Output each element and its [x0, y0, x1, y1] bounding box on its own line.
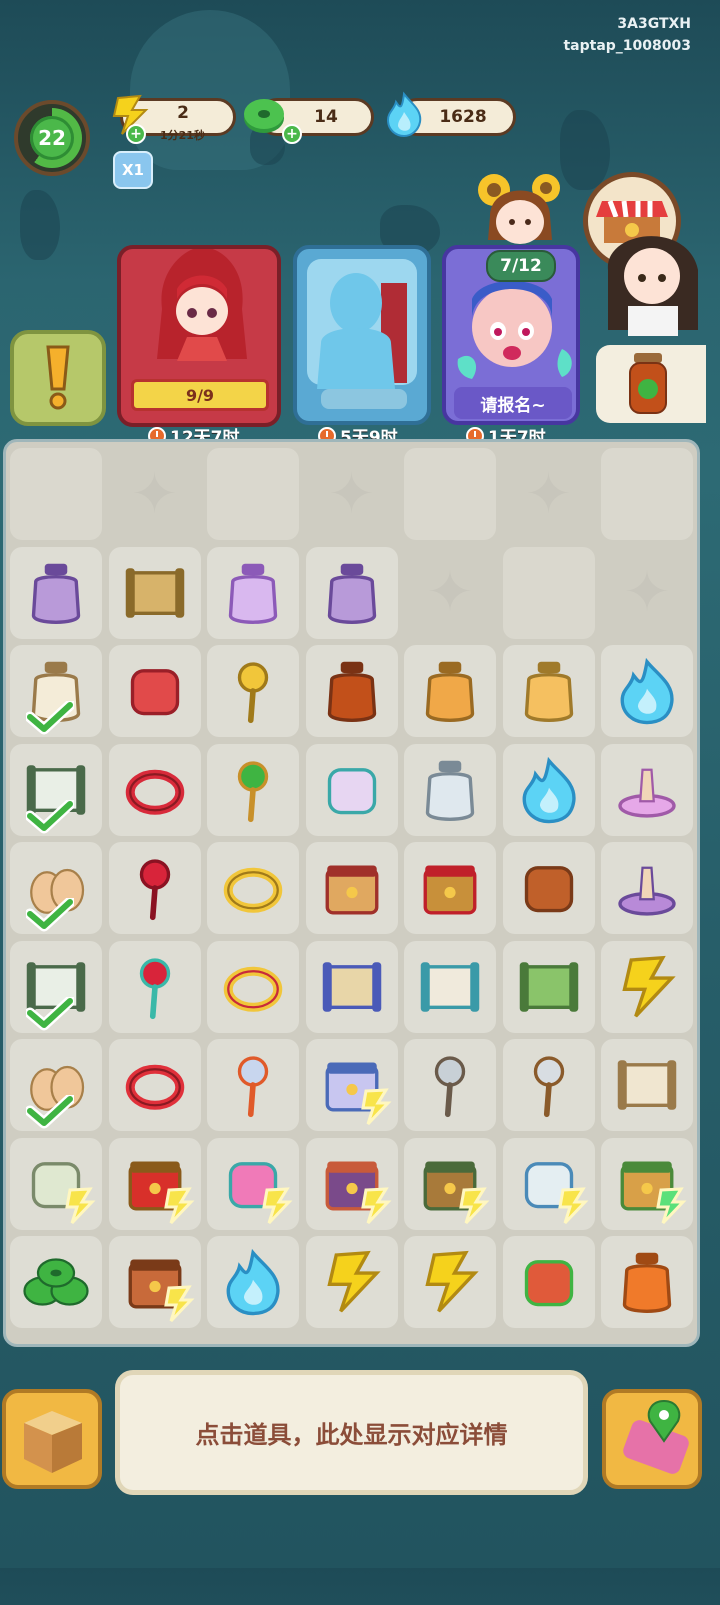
landscape-scroll-icon[interactable]: [316, 951, 388, 1023]
multiplier-button[interactable]: X1: [113, 151, 153, 189]
signup-button[interactable]: 请报名~: [454, 387, 572, 419]
watermark-user: taptap_1008003: [563, 38, 691, 54]
exclamation-icon: [46, 345, 70, 410]
cardboard-box-icon: [24, 1411, 82, 1473]
coin-value: 14: [314, 107, 338, 127]
player-level-badge[interactable]: 22: [14, 100, 90, 176]
add-coins-button[interactable]: +: [282, 124, 302, 144]
statue-base: [321, 389, 407, 409]
energy-bolt-icon[interactable]: [316, 1246, 388, 1318]
checkmark-icon: [26, 1095, 74, 1129]
brush-icon[interactable]: [414, 1049, 486, 1121]
locked-star-icon: ✦: [131, 461, 178, 527]
calligraphy-scroll-icon[interactable]: [611, 1049, 683, 1121]
purple-cone-icon[interactable]: [611, 852, 683, 924]
energy-bolt-icon[interactable]: [414, 1246, 486, 1318]
red-bangle-icon[interactable]: [119, 1049, 191, 1121]
generator-bolt-icon: [163, 1186, 194, 1224]
blue-flame-icon[interactable]: [217, 1246, 289, 1318]
statue-icon: [317, 273, 407, 389]
checkmark-icon: [26, 799, 74, 833]
board-cell-empty[interactable]: [601, 448, 693, 540]
blue-flame-icon[interactable]: [611, 655, 683, 727]
red-knot-tassel-icon[interactable]: [119, 951, 191, 1023]
gold-necklace-icon[interactable]: [217, 951, 289, 1023]
sachet-icon[interactable]: [316, 754, 388, 826]
soy-bottle-icon: [629, 353, 667, 414]
perfume-bottle-icon[interactable]: [217, 557, 289, 629]
energy-bolt-icon[interactable]: [611, 951, 683, 1023]
energy-value: 2: [177, 103, 189, 123]
blue-flame-icon: [386, 91, 422, 138]
generator-bolt-icon: [459, 1186, 490, 1224]
butterfly-hairpin-icon[interactable]: [217, 655, 289, 727]
jade-coin-icon: [244, 99, 284, 133]
board-cell-empty[interactable]: [207, 448, 299, 540]
map-button[interactable]: [602, 1389, 702, 1489]
purple-jar-icon[interactable]: [316, 557, 388, 629]
picnic-basket-icon[interactable]: [414, 852, 486, 924]
level-number: 22: [30, 116, 74, 160]
item-detail-panel: 点击道具，此处显示对应详情: [115, 1370, 588, 1495]
checkmark-icon: [26, 701, 74, 735]
order-card-bride[interactable]: 9/9: [117, 245, 281, 427]
jade-coins-icon[interactable]: [20, 1246, 92, 1318]
orange-jar-icon[interactable]: [513, 655, 585, 727]
board-cell-empty[interactable]: [10, 448, 102, 540]
purple-pouch-icon[interactable]: [20, 557, 92, 629]
locked-star-icon: ✦: [525, 461, 572, 527]
bride-character-icon: [157, 249, 247, 361]
chinese-knot-icon[interactable]: [119, 852, 191, 924]
generator-bolt-icon: [360, 1186, 391, 1224]
wood-plate-icon[interactable]: [513, 852, 585, 924]
pipa-pendant-icon[interactable]: [217, 1049, 289, 1121]
red-bracelet-icon[interactable]: [119, 754, 191, 826]
order-progress-bar: 9/9: [131, 379, 269, 411]
side-girl-character-icon: [607, 236, 698, 336]
map-phone-icon: [623, 1399, 689, 1474]
add-energy-button[interactable]: +: [126, 124, 146, 144]
painting-scroll-icon[interactable]: [414, 951, 486, 1023]
flower-scroll-icon[interactable]: [513, 951, 585, 1023]
generator-bolt-icon: [656, 1186, 687, 1224]
pink-stand-icon[interactable]: [611, 754, 683, 826]
background-rock: [20, 190, 60, 260]
gift-box-icon[interactable]: [316, 852, 388, 924]
glass-bottle-icon[interactable]: [414, 754, 486, 826]
guest-progress-badge: 7/12: [486, 250, 556, 282]
energy-regen-timer: 1分21秒: [160, 129, 205, 142]
storage-box-button[interactable]: [2, 1389, 102, 1489]
blue-flame-icon[interactable]: [513, 754, 585, 826]
spoon-icon[interactable]: [513, 1049, 585, 1121]
orange-pouch-icon[interactable]: [611, 1246, 683, 1318]
jewel-pile-icon[interactable]: [513, 1246, 585, 1318]
sunflower-girl-icon: [478, 174, 560, 244]
generator-bolt-icon: [262, 1186, 293, 1224]
task-alert-button[interactable]: [10, 330, 106, 426]
gold-bangle-icon[interactable]: [217, 852, 289, 924]
locked-star-icon: ✦: [623, 560, 671, 625]
order-card-statue[interactable]: [293, 245, 431, 425]
checkmark-icon: [26, 996, 74, 1030]
locked-star-icon: ✦: [426, 560, 474, 625]
gem-value: 1628: [439, 107, 487, 127]
guest-character-icon: [457, 281, 572, 379]
generator-bolt-icon: [65, 1186, 96, 1224]
board-cell-empty[interactable]: [502, 546, 595, 639]
scroll-bundle-icon[interactable]: [119, 557, 191, 629]
generator-bolt-icon: [163, 1285, 194, 1323]
checkmark-icon: [26, 898, 74, 932]
soy-bottle-icon[interactable]: [316, 655, 388, 727]
generator-bolt-icon: [360, 1088, 391, 1126]
board-cell-empty[interactable]: [404, 448, 496, 540]
red-envelope-icon[interactable]: [119, 655, 191, 727]
jade-earrings-icon[interactable]: [217, 754, 289, 826]
locked-star-icon: ✦: [328, 461, 375, 527]
request-item-card[interactable]: [596, 345, 706, 423]
watermark-code: 3A3GTXH: [617, 16, 691, 32]
honey-jar-icon[interactable]: [414, 655, 486, 727]
generator-bolt-icon: [557, 1186, 588, 1224]
